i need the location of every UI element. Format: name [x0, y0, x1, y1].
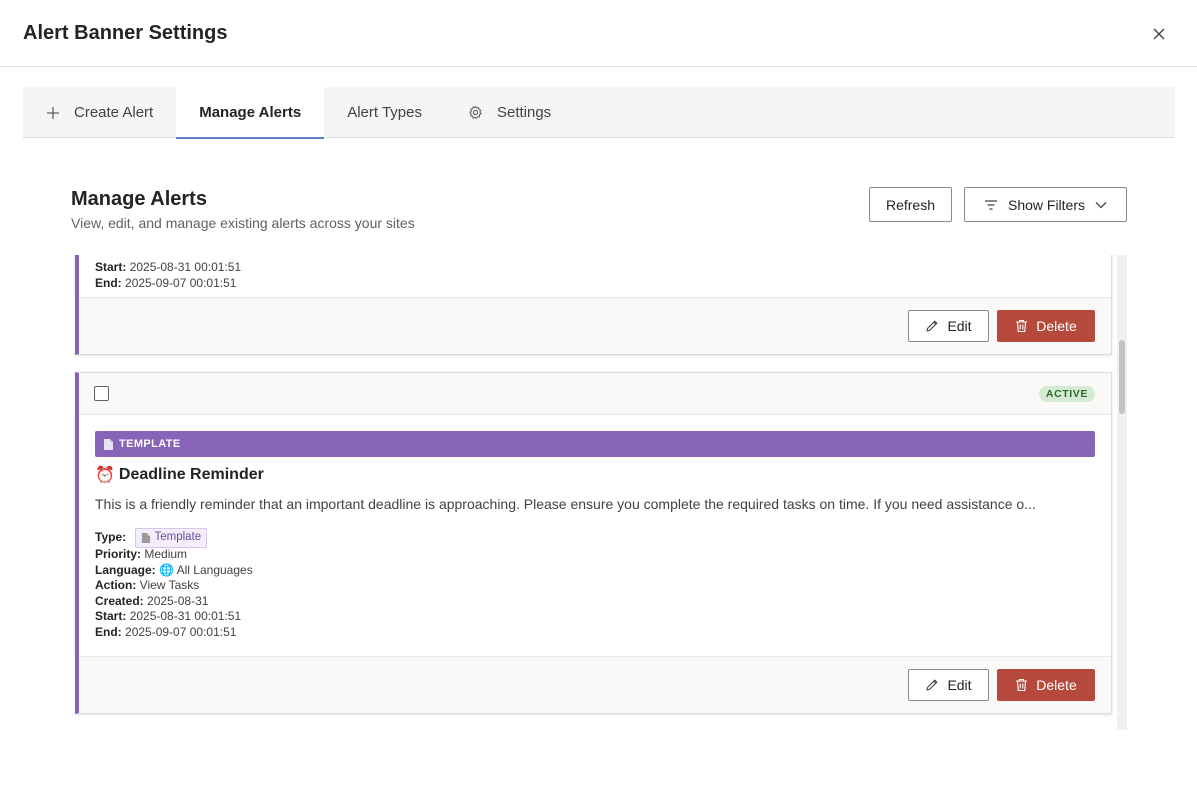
document-icon — [104, 438, 113, 450]
chevron-down-icon — [1095, 201, 1107, 209]
tab-label: Alert Types — [347, 104, 422, 121]
alert-action: Action: View Tasks — [95, 578, 200, 592]
tab-alert-types[interactable]: Alert Types — [324, 87, 445, 138]
close-button[interactable] — [1148, 23, 1170, 45]
alarm-clock-icon: ⏰ — [95, 467, 115, 484]
pencil-icon — [926, 679, 938, 691]
type-chip: Template — [135, 528, 208, 548]
alert-type: Type: Template — [95, 528, 208, 548]
delete-button[interactable]: Delete — [997, 669, 1095, 701]
trash-icon — [1016, 678, 1028, 692]
card-footer: Edit Delete — [79, 297, 1111, 354]
gear-icon — [468, 105, 483, 120]
tab-manage-alerts[interactable]: Manage Alerts — [176, 87, 325, 139]
dialog-title: Alert Banner Settings — [23, 22, 228, 44]
alert-priority: Priority: Medium — [95, 547, 188, 561]
tab-bar: Create Alert Manage Alerts Alert Types S… — [23, 87, 1175, 139]
alert-language: Language: 🌐 All Languages — [95, 563, 253, 577]
tab-settings[interactable]: Settings — [445, 87, 574, 138]
alert-card: ACTIVE TEMPLATE ⏰ Deadline Reminder This… — [75, 372, 1112, 714]
document-icon — [142, 532, 151, 543]
alert-start: Start: 2025-08-31 00:01:51 — [95, 260, 242, 274]
refresh-button[interactable]: Refresh — [869, 187, 952, 222]
delete-button[interactable]: Delete — [997, 310, 1095, 342]
filter-icon — [984, 199, 998, 211]
section-subtitle: View, edit, and manage existing alerts a… — [71, 215, 415, 231]
status-badge: ACTIVE — [1038, 386, 1095, 402]
section-title: Manage Alerts — [71, 188, 207, 210]
pencil-icon — [926, 320, 938, 332]
tab-label: Manage Alerts — [199, 104, 302, 121]
show-filters-button[interactable]: Show Filters — [964, 187, 1127, 222]
show-filters-label: Show Filters — [1007, 196, 1086, 213]
alert-created: Created: 2025-08-31 — [95, 594, 209, 608]
alert-description: This is a friendly reminder that an impo… — [95, 496, 1036, 512]
edit-button[interactable]: Edit — [908, 669, 989, 701]
select-alert-checkbox[interactable] — [94, 386, 109, 401]
dialog-header: Alert Banner Settings — [0, 0, 1197, 67]
refresh-label: Refresh — [885, 196, 936, 213]
scrollbar-track[interactable] — [1117, 255, 1127, 730]
card-footer: Edit Delete — [79, 656, 1111, 713]
trash-icon — [1016, 319, 1028, 333]
alert-start: Start: 2025-08-31 00:01:51 — [95, 609, 242, 623]
alert-title: ⏰ Deadline Reminder — [95, 466, 264, 484]
card-header: ACTIVE — [79, 373, 1111, 415]
tab-label: Settings — [496, 104, 552, 121]
globe-icon: 🌐 — [159, 563, 174, 577]
close-icon — [1153, 28, 1165, 40]
tab-label: Create Alert — [74, 104, 154, 121]
tab-create-alert[interactable]: Create Alert — [23, 87, 176, 138]
plus-icon — [46, 106, 60, 120]
alerts-list[interactable]: Start: 2025-08-31 00:01:51 End: 2025-09-… — [71, 255, 1127, 730]
edit-button[interactable]: Edit — [908, 310, 989, 342]
alert-card: Start: 2025-08-31 00:01:51 End: 2025-09-… — [75, 255, 1112, 355]
template-banner: TEMPLATE — [95, 431, 1095, 457]
alert-end: End: 2025-09-07 00:01:51 — [95, 625, 237, 639]
alert-end: End: 2025-09-07 00:01:51 — [95, 276, 237, 290]
scrollbar-thumb[interactable] — [1119, 340, 1125, 414]
